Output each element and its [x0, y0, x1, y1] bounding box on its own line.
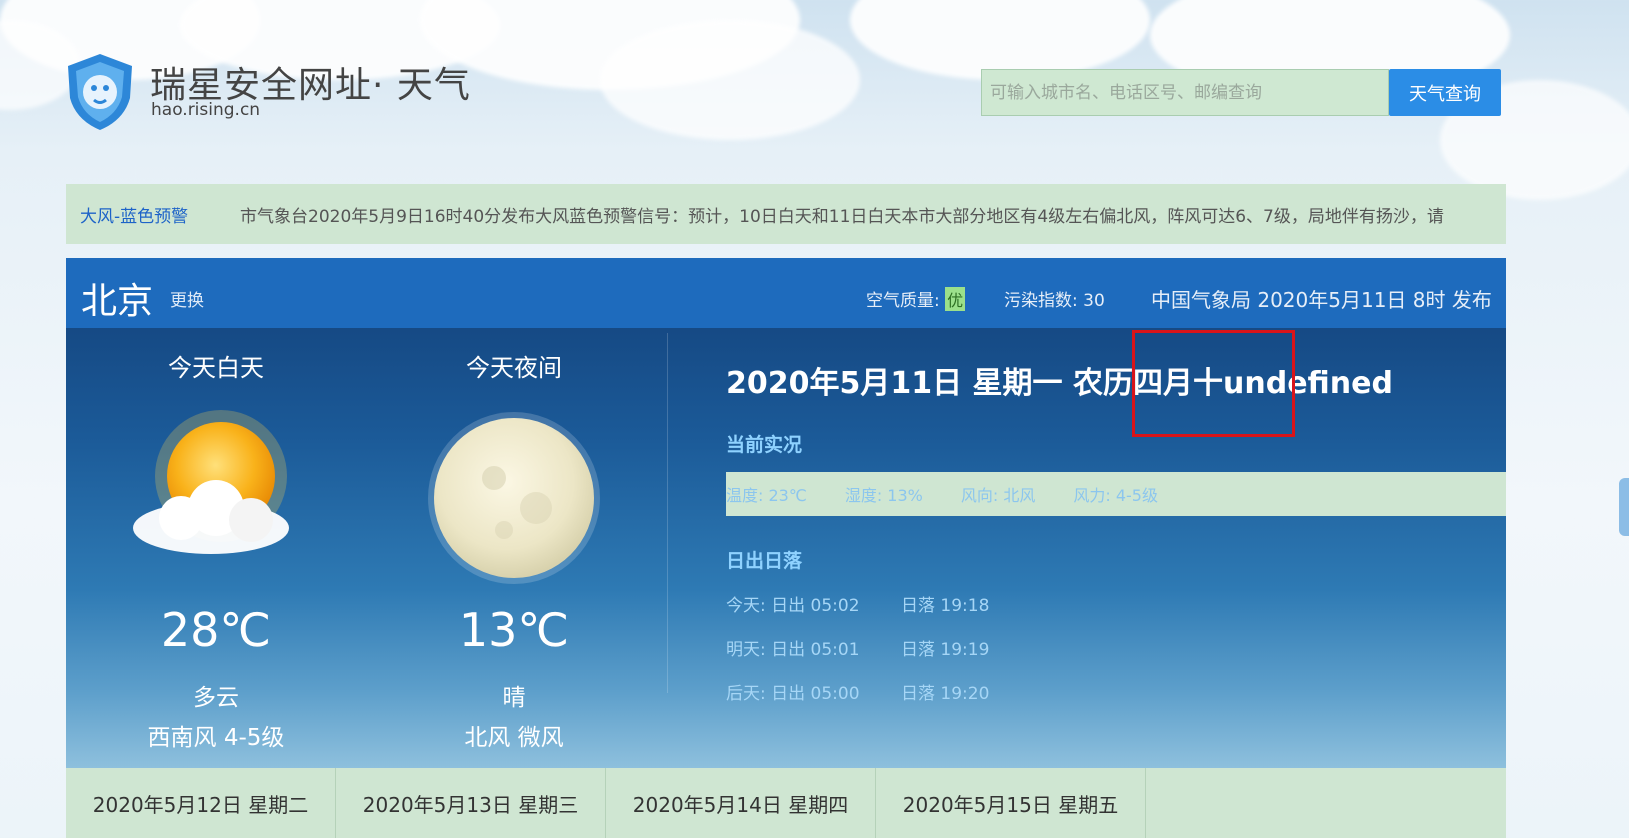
cloud-decoration	[850, 0, 1150, 80]
full-moon-icon	[428, 412, 600, 584]
highlight-box	[1132, 330, 1295, 437]
current-conditions-title: 当前实况	[726, 434, 803, 456]
day-column: 今天白天 28℃ 多云 西南风 4-5级	[66, 328, 366, 768]
sun-row-day-after: 后天: 日出 05:00 日落 19:20	[726, 679, 989, 704]
alert-title-link[interactable]: 大风-蓝色预警	[80, 202, 230, 227]
forecast-tab-4[interactable]: 2020年5月15日 星期五	[876, 768, 1146, 838]
weather-search-button[interactable]: 天气查询	[1389, 69, 1501, 116]
day-description: 多云	[193, 685, 239, 711]
cloud-decoration	[600, 20, 860, 140]
current-conditions-bar: 温度: 23℃ 湿度: 13% 风向: 北风 风力: 4-5级	[726, 472, 1506, 516]
forecast-tabs: 2020年5月12日 星期二 2020年5月13日 星期三 2020年5月14日…	[66, 768, 1506, 838]
air-quality: 空气质量: 优	[866, 286, 966, 311]
day-wind: 西南风 4-5级	[147, 725, 285, 751]
night-wind: 北风 微风	[464, 725, 564, 751]
forecast-tab-1[interactable]: 2020年5月12日 星期二	[66, 768, 336, 838]
current-temperature: 温度: 23℃	[726, 486, 807, 505]
night-description: 晴	[502, 685, 526, 711]
lion-shield-icon[interactable]	[64, 52, 136, 132]
current-humidity: 湿度: 13%	[844, 486, 923, 505]
alert-text: 市气象台2020年5月9日16时40分发布大风蓝色预警信号：预计，10日白天和1…	[240, 206, 1444, 227]
sunset-today: 日落 19:18	[901, 596, 990, 616]
night-title: 今天夜间	[466, 354, 562, 382]
change-city-link[interactable]: 更换	[170, 286, 204, 311]
air-quality-label: 空气质量:	[866, 291, 940, 311]
day-title: 今天白天	[168, 354, 264, 382]
site-url[interactable]: hao.rising.cn	[151, 100, 260, 120]
partly-cloudy-sun-icon	[133, 410, 289, 554]
day-temperature: 28℃	[160, 603, 272, 657]
pollution-index: 污染指数: 30	[1004, 291, 1105, 311]
city-search-input[interactable]	[981, 69, 1389, 116]
sunrise-today: 今天: 日出 05:02	[726, 596, 860, 616]
sunrise-tomorrow: 明天: 日出 05:01	[726, 640, 860, 660]
publisher-info: 中国气象局 2020年5月11日 8时 发布	[1151, 288, 1492, 312]
forecast-tab-3[interactable]: 2020年5月14日 星期四	[606, 768, 876, 838]
sunset-tomorrow: 日落 19:19	[901, 640, 990, 660]
city-name: 北京	[81, 281, 154, 322]
column-divider	[667, 333, 668, 693]
night-column: 今天夜间 13℃ 晴 北风 微风	[364, 328, 664, 768]
sunrise-sunset-title: 日出日落	[726, 550, 803, 572]
forecast-tab-2[interactable]: 2020年5月13日 星期三	[336, 768, 606, 838]
side-scroll-tab[interactable]	[1619, 478, 1629, 536]
panel-header: 北京 更换 空气质量: 优 污染指数: 30 中国气象局 2020年5月11日 …	[66, 258, 1506, 328]
current-wind-force: 风力: 4-5级	[1073, 486, 1158, 505]
sun-row-today: 今天: 日出 05:02 日落 19:18	[726, 591, 989, 616]
sun-row-tomorrow: 明天: 日出 05:01 日落 19:19	[726, 635, 989, 660]
sunset-day-after: 日落 19:20	[901, 684, 990, 704]
night-temperature: 13℃	[458, 603, 570, 657]
weather-alert-bar: 大风-蓝色预警 市气象台2020年5月9日16时40分发布大风蓝色预警信号：预计…	[66, 184, 1506, 244]
sunrise-day-after: 后天: 日出 05:00	[726, 684, 860, 704]
air-quality-badge: 优	[945, 287, 966, 311]
current-wind-direction: 风向: 北风	[960, 486, 1036, 505]
